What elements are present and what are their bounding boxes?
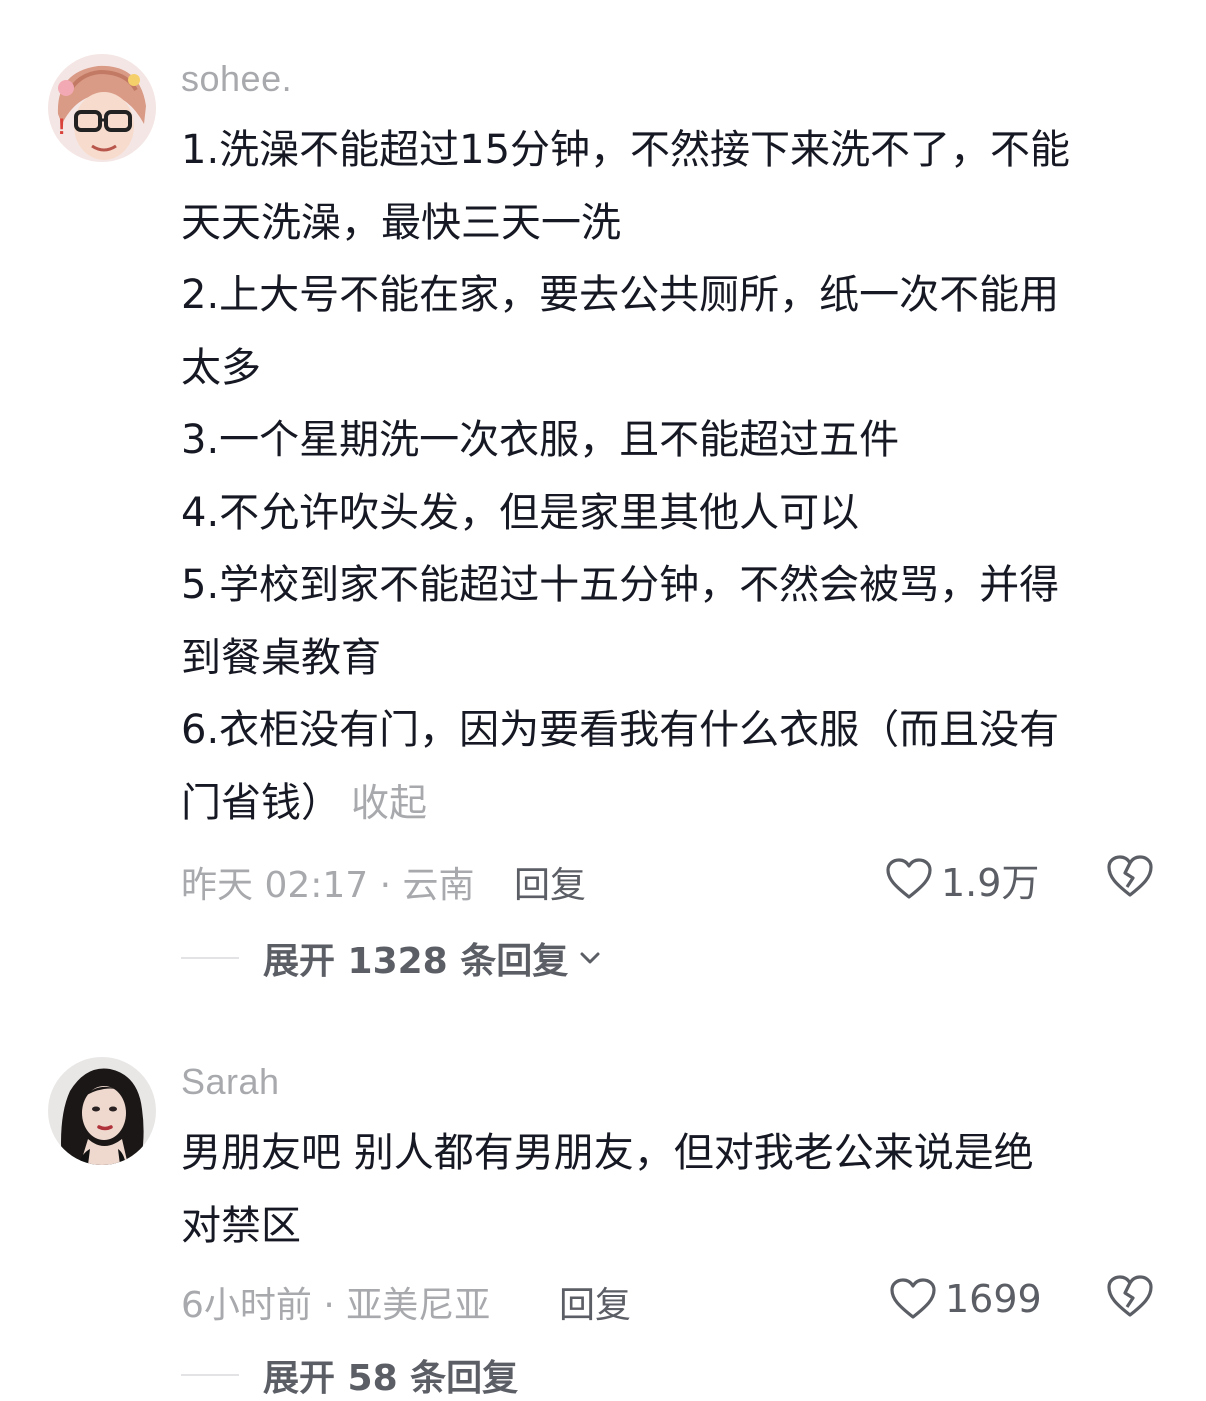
avatar-dark-hair-woman-icon [48, 1057, 156, 1165]
expand-replies[interactable]: 展开 1328 条回复 [181, 933, 602, 983]
heart-icon [886, 858, 932, 899]
broken-heart-icon [1107, 855, 1153, 897]
svg-text:!: ! [58, 114, 65, 139]
dislike-button[interactable] [1105, 1273, 1155, 1323]
collapse-link[interactable]: 收起 [351, 781, 427, 825]
comment-line: 3.一个星期洗一次衣服，且不能超过五件 [181, 417, 900, 463]
comment-line-last: 门省钱） 收起 [181, 767, 1151, 840]
divider [181, 957, 239, 959]
comment-line: 男朋友吧 别人都有男朋友，但对我老公来说是绝 [181, 1130, 1034, 1176]
comment-timestamp-location: 昨天 02:17 · 云南 [181, 865, 475, 906]
comment-username[interactable]: sohee. [181, 58, 292, 100]
expand-replies-label: 展开 58 条回复 [263, 1358, 519, 1399]
dislike-button[interactable] [1105, 853, 1155, 903]
divider [181, 1374, 239, 1376]
expand-replies-label: 展开 1328 条回复 [263, 941, 569, 982]
comment-line: 5.学校到家不能超过十五分钟，不然会被骂，并得 [181, 562, 1060, 608]
like-count: 1.9万 [941, 860, 1040, 905]
comment-text: 男朋友吧 别人都有男朋友，但对我老公来说是绝 对禁区 [181, 1117, 1151, 1262]
like-button[interactable]: 1699 [889, 1274, 1042, 1324]
chevron-down-icon [580, 952, 600, 964]
heart-icon [890, 1278, 936, 1319]
comment-line: 4.不允许吹头发，但是家里其他人可以 [181, 489, 860, 536]
comment-line: 到餐桌教育 [181, 634, 381, 681]
comment-text: 1.洗澡不能超过15分钟，不然接下来洗不了，不能 天天洗澡，最快三天一洗 2.上… [181, 114, 1151, 839]
comment-line: 太多 [181, 344, 261, 391]
comment-line: 1.洗澡不能超过15分钟，不然接下来洗不了，不能 [181, 127, 1071, 173]
comment-meta-row: 6小时前 · 亚美尼亚 回复 1699 [181, 1273, 1161, 1328]
reply-button[interactable]: 回复 [514, 856, 586, 908]
broken-heart-icon [1107, 1275, 1153, 1317]
like-button[interactable]: 1.9万 [885, 854, 1040, 905]
comment-line: 天天洗澡，最快三天一洗 [181, 199, 621, 246]
comment-timestamp-location: 6小时前 · 亚美尼亚 [181, 1285, 491, 1326]
comment-username[interactable]: Sarah [181, 1061, 280, 1103]
avatar-cartoon-glasses-icon: ! [48, 54, 156, 162]
avatar[interactable] [48, 1057, 156, 1165]
comment-meta-row: 昨天 02:17 · 云南 回复 1.9万 [181, 853, 1161, 908]
comment-line-text: 门省钱） [181, 779, 341, 826]
comment-line: 2.上大号不能在家，要去公共厕所，纸一次不能用 [181, 272, 1060, 318]
comment-line: 对禁区 [181, 1202, 301, 1249]
like-count: 1699 [945, 1277, 1042, 1321]
reply-button[interactable]: 回复 [559, 1276, 631, 1328]
comment-line: 6.衣柜没有门，因为要看我有什么衣服（而且没有 [181, 707, 1060, 753]
expand-replies[interactable]: 展开 58 条回复 [181, 1350, 518, 1400]
avatar[interactable]: ! [48, 54, 156, 162]
